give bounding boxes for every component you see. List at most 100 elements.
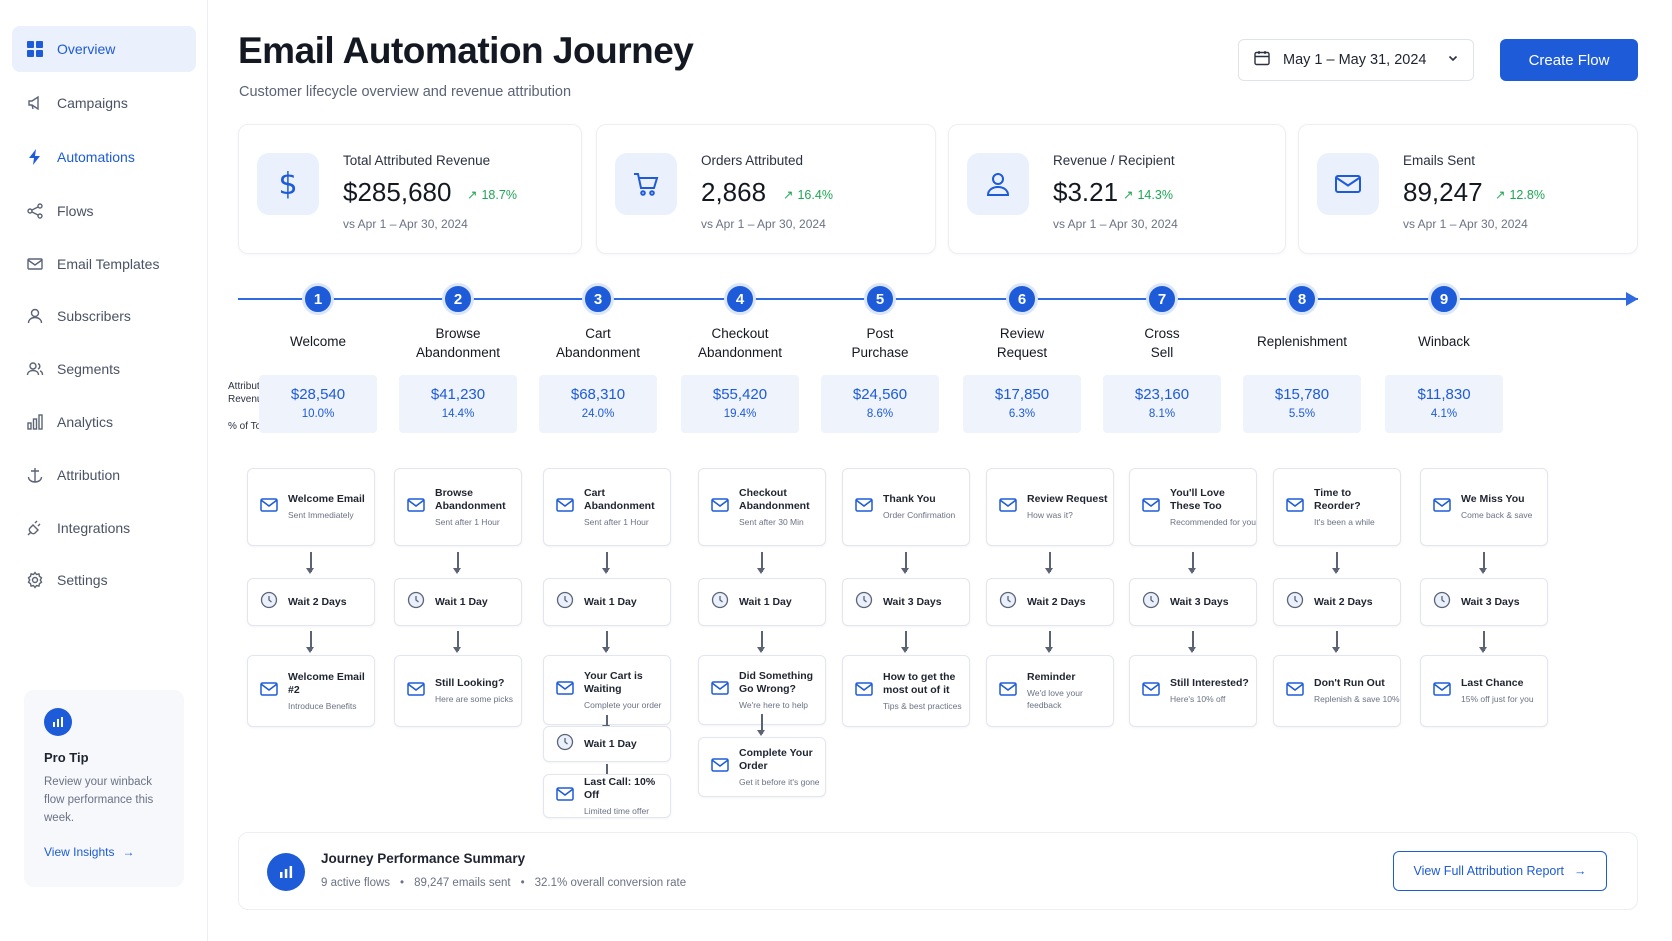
date-range-label: May 1 – May 31, 2024 [1283,52,1427,68]
sidebar-item-label: Flows [57,203,94,219]
wait-step[interactable]: Wait 3 Days [1129,578,1257,626]
step-revenue-pct: 4.1% [1430,408,1458,420]
step-badge[interactable]: 4 [724,283,756,315]
step-revenue-value: $23,160 [1134,386,1190,403]
sidebar-item-integrations[interactable]: Integrations [12,505,196,551]
email-step[interactable]: Browse Abandonment Sent after 1 Hour [394,468,522,546]
wait-step[interactable]: Wait 1 Day [543,726,671,762]
wait-label: Wait 2 Days [1314,596,1373,608]
envelope-icon [1142,497,1170,517]
clock-icon [556,733,584,756]
sidebar-item-attribution[interactable]: Attribution [12,452,196,498]
email-title: Complete Your Order [739,746,813,772]
email-step[interactable]: Welcome Email #2 Introduce Benefits [247,655,375,727]
flow-connector-arrow [1189,552,1196,574]
step-title: Winback [1418,334,1470,349]
email-step[interactable]: You'll Love These Too Recommended for you [1129,468,1257,546]
kpi-delta: ↗ 16.4% [783,187,833,203]
step-title: Checkout Abandonment [697,326,783,360]
summary-button-label: View Full Attribution Report [1413,864,1565,878]
wait-step[interactable]: Wait 2 Days [986,578,1114,626]
envelope-icon [999,497,1027,517]
pro-tip-body: Review your winback flow performance thi… [44,776,154,824]
anchor-icon [25,465,45,485]
wait-step[interactable]: Wait 2 Days [247,578,375,626]
email-step[interactable]: Review Request How was it? [986,468,1114,546]
step-badge[interactable]: 1 [302,283,334,315]
email-step[interactable]: We Miss You Come back & save [1420,468,1548,546]
kpi-compare: vs Apr 1 – Apr 30, 2024 [343,217,468,231]
view-full-attribution-report-button[interactable]: View Full Attribution Report → [1393,851,1607,891]
envelope-icon [711,680,739,700]
pro-tip-title: Pro Tip [44,750,89,765]
sidebar-item-subscribers[interactable]: Subscribers [12,293,196,339]
email-title: You'll Love These Too [1170,486,1225,512]
sidebar-item-analytics[interactable]: Analytics [12,399,196,445]
email-title: Welcome Email #2 [288,670,365,696]
step-title: Replenishment [1256,334,1348,349]
dot-separator: • [400,877,405,889]
envelope-icon [1286,497,1314,517]
sidebar-item-label: Campaigns [57,95,128,111]
wait-step[interactable]: Wait 1 Day [698,578,826,626]
step-revenue-pct: 19.4% [723,408,757,420]
sidebar-item-flows[interactable]: Flows [12,188,196,234]
step-revenue-box: $24,560 8.6% [821,375,939,433]
page-title: Email Automation Journey [238,30,694,71]
email-step[interactable]: Checkout Abandonment Sent after 30 Min [698,468,826,546]
step-badge[interactable]: 3 [582,283,614,315]
sidebar-item-campaigns[interactable]: Campaigns [12,80,196,126]
view-insights-link[interactable]: View Insights → [44,845,164,859]
email-step[interactable]: Reminder We'd love your feedback [986,655,1114,727]
lightning-icon [25,147,45,167]
step-badge[interactable]: 5 [864,283,896,315]
email-step[interactable]: Complete Your Order Get it before it's go… [698,737,826,797]
envelope-icon [999,681,1027,701]
kpi-label: Total Attributed Revenue [343,153,491,168]
email-step[interactable]: Thank You Order Confirmation [842,468,970,546]
create-flow-button[interactable]: Create Flow [1500,39,1638,81]
sidebar-item-automations[interactable]: Automations [12,134,196,180]
sidebar-item-segments[interactable]: Segments [12,346,196,392]
email-step[interactable]: Still Interested? Here's 10% off [1129,655,1257,727]
step-revenue-box: $23,160 8.1% [1103,375,1221,433]
email-title: Did Something Go Wrong? [739,669,814,695]
clock-icon [407,591,435,614]
email-step[interactable]: Cart Abandonment Sent after 1 Hour [543,468,671,546]
envelope-icon [556,680,584,700]
dollar-icon: $ [257,153,319,215]
envelope-icon [1317,153,1379,215]
flow-connector-arrow [902,552,909,574]
email-step[interactable]: Still Looking? Here are some picks [394,655,522,727]
wait-step[interactable]: Wait 3 Days [1420,578,1548,626]
step-badge[interactable]: 9 [1428,283,1460,315]
sidebar: Overview Campaigns Automations Flows Ema… [0,0,208,941]
wait-step[interactable]: Wait 3 Days [842,578,970,626]
sidebar-item-overview[interactable]: Overview [12,26,196,72]
envelope-icon [407,681,435,701]
email-step[interactable]: Last Call: 10% Off Limited time offer [543,774,671,818]
email-step[interactable]: Don't Run Out Replenish & save 10% [1273,655,1401,727]
wait-step[interactable]: Wait 2 Days [1273,578,1401,626]
step-revenue-pct: 5.5% [1288,408,1316,420]
email-step[interactable]: Last Chance 15% off just for you [1420,655,1548,727]
step-badge[interactable]: 2 [442,283,474,315]
step-badge[interactable]: 6 [1006,283,1038,315]
wait-step[interactable]: Wait 1 Day [394,578,522,626]
step-revenue-box: $28,540 10.0% [259,375,377,433]
email-step[interactable]: Time to Reorder? It's been a while [1273,468,1401,546]
step-badge[interactable]: 7 [1146,283,1178,315]
wait-step[interactable]: Wait 1 Day [543,578,671,626]
envelope-icon [260,681,288,701]
step-badge[interactable]: 8 [1286,283,1318,315]
email-step[interactable]: Welcome Email Sent Immediately [247,468,375,546]
sidebar-item-settings[interactable]: Settings [12,557,196,603]
date-range-picker[interactable]: May 1 – May 31, 2024 [1238,39,1474,81]
step-revenue-value: $41,230 [430,386,486,403]
sidebar-item-email-templates[interactable]: Email Templates [12,241,196,287]
kpi-value: $3.21 [1053,177,1119,207]
sidebar-item-label: Analytics [57,414,114,430]
envelope-icon [855,681,883,701]
flow-connector-arrow [1333,631,1340,653]
email-step[interactable]: How to get the most out of it Tips & best… [842,655,970,727]
